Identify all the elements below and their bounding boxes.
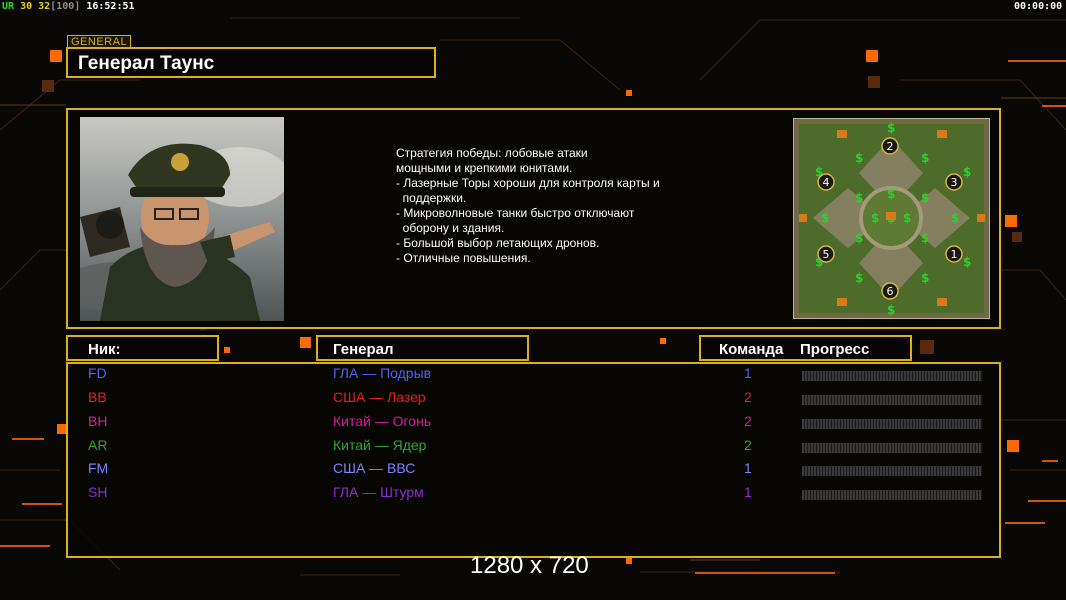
svg-text:$: $ bbox=[855, 151, 863, 165]
svg-text:$: $ bbox=[951, 211, 959, 225]
svg-text:$: $ bbox=[921, 271, 929, 285]
player-team: 2 bbox=[744, 413, 752, 429]
column-header-general-label: Генерал bbox=[333, 341, 394, 358]
svg-text:$: $ bbox=[921, 191, 929, 205]
svg-text:$: $ bbox=[921, 151, 929, 165]
start-position-label: 1 bbox=[951, 248, 958, 261]
player-nick: BH bbox=[88, 413, 108, 429]
player-team: 2 bbox=[744, 389, 752, 405]
player-row: BH Китай — Огонь 2 bbox=[0, 413, 1066, 435]
player-progress-bar bbox=[802, 419, 982, 429]
player-nick: BB bbox=[88, 389, 107, 405]
start-position-label: 6 bbox=[887, 285, 894, 298]
hud-clock: 16:52:51 bbox=[86, 1, 135, 12]
player-team: 1 bbox=[744, 484, 752, 500]
player-general: Китай — Ядер bbox=[333, 437, 427, 453]
svg-text:$: $ bbox=[887, 187, 895, 201]
player-general: ГЛА — Подрыв bbox=[333, 365, 432, 381]
svg-text:$: $ bbox=[963, 165, 971, 179]
resolution-label: 1280 x 720 bbox=[470, 552, 589, 579]
column-header-general: Генерал bbox=[316, 335, 529, 361]
start-position-label: 4 bbox=[823, 176, 830, 189]
player-general: США — Лазер bbox=[333, 389, 426, 405]
description-line: - Лазерные Торы хороши для контроля карт… bbox=[396, 176, 660, 190]
player-nick: SH bbox=[88, 484, 108, 500]
start-position-label: 3 bbox=[951, 176, 958, 189]
player-team: 2 bbox=[744, 437, 752, 453]
player-nick: FM bbox=[88, 460, 109, 476]
hud-left-tag: UR bbox=[2, 1, 15, 12]
description-line: - Отличные повышения. bbox=[396, 251, 531, 265]
svg-text:$: $ bbox=[871, 211, 879, 225]
player-progress-bar bbox=[802, 395, 982, 405]
start-position-label: 5 bbox=[823, 248, 830, 261]
svg-text:$: $ bbox=[821, 211, 829, 225]
player-general: Китай — Огонь bbox=[333, 413, 432, 429]
svg-text:$: $ bbox=[855, 271, 863, 285]
player-nick: AR bbox=[88, 437, 108, 453]
player-progress-bar bbox=[802, 443, 982, 453]
description-line: поддержки. bbox=[396, 191, 467, 205]
description-line: оборону и здания. bbox=[396, 221, 505, 235]
start-position-label: 2 bbox=[887, 140, 894, 153]
hud-timer: 00:00:00 bbox=[1014, 1, 1063, 12]
hud-fps-a: 30 bbox=[20, 1, 33, 12]
player-nick: FD bbox=[88, 365, 107, 381]
column-header-nick-label: Ник: bbox=[88, 341, 121, 358]
player-progress-bar bbox=[802, 466, 982, 476]
hud-fps-b: 32 bbox=[38, 1, 51, 12]
player-row: BB США — Лазер 2 bbox=[0, 389, 1066, 411]
player-row: AR Китай — Ядер 2 bbox=[0, 437, 1066, 459]
player-row: FD ГЛА — Подрыв 1 bbox=[0, 365, 1066, 387]
column-header-team-label: Команда bbox=[719, 341, 784, 358]
general-title: Генерал Таунс bbox=[78, 53, 215, 74]
column-header-nick: Ник: bbox=[66, 335, 219, 361]
player-row: SH ГЛА — Штурм 1 bbox=[0, 484, 1066, 506]
column-header-progress-label: Прогресс bbox=[800, 341, 870, 358]
column-header-team-progress: Команда Прогресс bbox=[699, 335, 912, 361]
map-preview[interactable]: $$$ $$$ $$$ $$$ $$$ $$$ $$ 2 4 3 5 1 6 bbox=[793, 118, 990, 319]
player-general: ГЛА — Штурм bbox=[333, 484, 424, 500]
general-portrait bbox=[80, 117, 284, 321]
general-title-panel: Генерал Таунс bbox=[66, 47, 436, 78]
description-line: - Микроволновые танки быстро отключают bbox=[396, 206, 635, 220]
svg-text:$: $ bbox=[921, 231, 929, 245]
hud-bracket-value: [100] bbox=[50, 1, 81, 12]
general-description: Стратегия победы: лобовые атаки мощными … bbox=[396, 146, 726, 266]
player-team: 1 bbox=[744, 460, 752, 476]
player-progress-bar bbox=[802, 371, 982, 381]
svg-text:$: $ bbox=[963, 255, 971, 269]
description-line: - Большой выбор летающих дронов. bbox=[396, 236, 600, 250]
svg-text:$: $ bbox=[887, 303, 895, 317]
svg-text:$: $ bbox=[855, 231, 863, 245]
hud-stats: UR 30 32[100] 16:52:51 bbox=[2, 1, 135, 12]
svg-text:$: $ bbox=[855, 191, 863, 205]
player-row: FM США — ВВС 1 bbox=[0, 460, 1066, 482]
svg-text:$: $ bbox=[903, 211, 911, 225]
description-line: Стратегия победы: лобовые атаки bbox=[396, 146, 588, 160]
player-general: США — ВВС bbox=[333, 460, 416, 476]
description-line: мощными и крепкими юнитами. bbox=[396, 161, 573, 175]
player-team: 1 bbox=[744, 365, 752, 381]
svg-text:$: $ bbox=[887, 121, 895, 135]
player-progress-bar bbox=[802, 490, 982, 500]
